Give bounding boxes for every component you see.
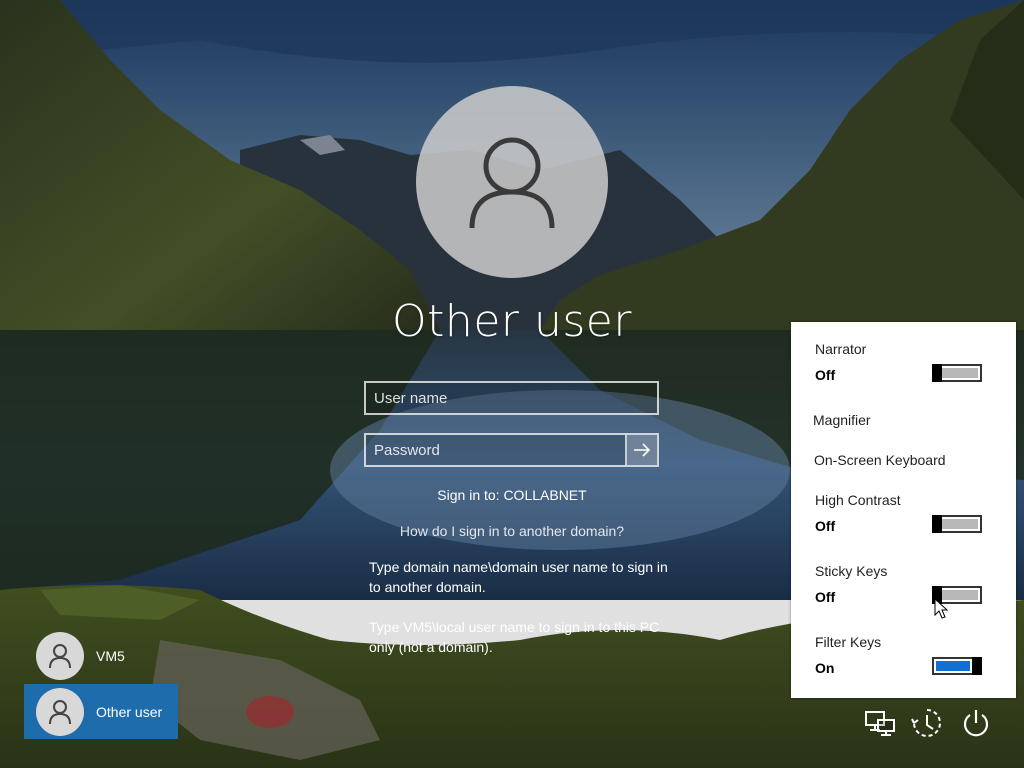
selected-user-name: Other user (392, 296, 632, 347)
high-contrast-state: Off (815, 518, 836, 534)
ease-of-access-icon (911, 709, 941, 737)
filter-keys-state: On (815, 660, 835, 676)
user-avatar (36, 687, 84, 736)
sign-in-domain-text: Sign in to: COLLABNET (437, 487, 587, 503)
high-contrast-toggle[interactable] (932, 515, 982, 533)
filter-keys-label: Filter Keys (815, 634, 882, 650)
filter-keys-toggle[interactable] (932, 657, 982, 675)
user-avatar (36, 631, 84, 680)
local-hint-text: Type VM5\local user name to sign in to t… (369, 619, 660, 655)
user-tile-name: Other user (96, 703, 163, 720)
user-tile-other-user[interactable]: Other user (24, 684, 178, 739)
domain-hint-text: Type domain name\domain user name to sig… (369, 559, 668, 595)
on-screen-keyboard-option[interactable]: On-Screen Keyboard (814, 452, 946, 468)
user-avatar-large (416, 86, 608, 278)
username-input[interactable] (366, 383, 657, 413)
password-field-box (364, 433, 659, 467)
domain-help-link[interactable]: How do I sign in to another domain? (312, 523, 712, 539)
power-icon (963, 710, 989, 737)
magnifier-option[interactable]: Magnifier (813, 412, 871, 428)
high-contrast-label: High Contrast (815, 492, 901, 508)
narrator-state: Off (815, 367, 836, 383)
user-tile-vm5[interactable]: VM5 (24, 628, 178, 683)
narrator-toggle[interactable] (932, 364, 982, 382)
power-button[interactable] (959, 706, 993, 740)
arrow-right-icon (634, 443, 651, 457)
ease-of-access-button[interactable] (910, 706, 944, 740)
sticky-keys-label: Sticky Keys (815, 563, 888, 579)
narrator-label: Narrator (815, 341, 867, 357)
mouse-cursor-icon (934, 598, 948, 619)
person-icon (49, 643, 71, 668)
submit-button[interactable] (625, 435, 657, 465)
person-icon (49, 699, 71, 724)
user-tile-name: VM5 (96, 647, 125, 664)
network-button[interactable] (863, 706, 897, 740)
network-icon (865, 711, 895, 736)
person-icon (469, 137, 555, 229)
username-field-box (364, 381, 659, 415)
sticky-keys-state: Off (815, 589, 836, 605)
ease-of-access-panel: Narrator Off Magnifier On-Screen Keyboar… (791, 322, 1016, 698)
password-input[interactable] (366, 435, 628, 465)
